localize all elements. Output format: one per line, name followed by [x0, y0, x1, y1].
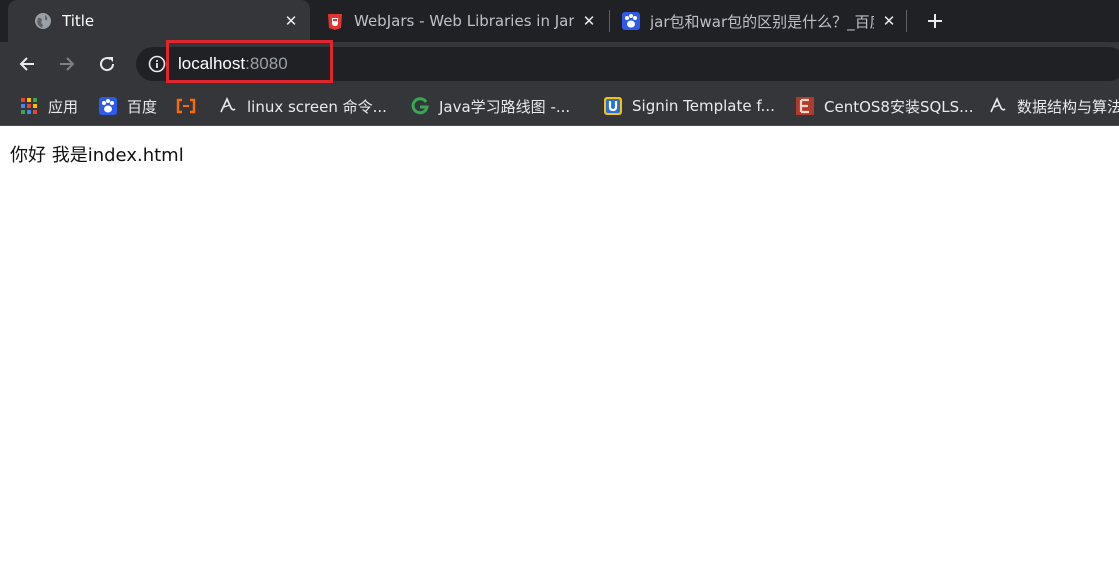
gitbook-icon — [988, 96, 1008, 116]
bookmark-centos-sqls[interactable]: CentOS8安装SQLS... — [795, 86, 974, 125]
tab-baidu-zhidao[interactable]: jar包和war包的区别是什么？_百度知道 ✕ — [596, 0, 908, 42]
info-icon[interactable] — [148, 55, 166, 73]
bookmark-java-roadmap[interactable]: Java学习路线图 -... — [410, 86, 571, 125]
baidu-paw-icon — [98, 96, 118, 116]
tab-webjars[interactable]: WebJars - Web Libraries in Jars ✕ — [300, 0, 608, 42]
plus-icon — [928, 14, 942, 28]
url-port: :8080 — [245, 54, 288, 73]
bookmark-label: 百度 — [127, 97, 158, 116]
close-icon[interactable]: ✕ — [280, 10, 302, 32]
bookmark-label: Java学习路线图 -... — [439, 97, 571, 116]
toolbar: localhost:8080 — [0, 42, 1119, 86]
bookmark-data-structures[interactable]: 数据结构与算法 — [988, 86, 1119, 125]
bookmark-label: linux screen 命令... — [247, 97, 387, 116]
address-bar[interactable]: localhost:8080 — [136, 47, 1119, 81]
url-host: localhost — [178, 54, 246, 73]
u-badge-icon — [603, 96, 623, 116]
globe-icon — [34, 12, 52, 30]
bookmark-aliyun[interactable] — [176, 86, 205, 125]
bookmarks-bar: 应用 百度 linux screen 命令... Java学习路线图 -... … — [0, 86, 1119, 126]
aliyun-icon — [176, 96, 196, 116]
page-body-text: 你好 我是index.html — [10, 145, 184, 166]
back-button[interactable] — [13, 50, 41, 78]
tab-label: jar包和war包的区别是什么？_百度知道 — [650, 12, 874, 31]
arrow-right-icon — [60, 57, 75, 71]
g-icon — [410, 96, 430, 116]
bookmark-label: 数据结构与算法 — [1017, 97, 1119, 116]
gitbook-icon — [218, 96, 238, 116]
tab-label: Title — [62, 12, 95, 30]
bookmark-baidu[interactable]: 百度 — [98, 86, 158, 125]
tab-strip: Title ✕ WebJars - Web Libraries in Jars … — [0, 0, 1119, 42]
bookmark-label: 应用 — [48, 97, 79, 116]
new-tab-button[interactable] — [920, 6, 950, 36]
reload-icon — [100, 57, 115, 72]
bookmark-signin-template[interactable]: Signin Template f... — [603, 86, 775, 125]
tab-label: WebJars - Web Libraries in Jars — [354, 12, 574, 30]
tab-title[interactable]: Title ✕ — [8, 0, 310, 42]
centos-e-icon — [795, 96, 815, 116]
close-icon[interactable]: ✕ — [878, 10, 900, 32]
forward-button[interactable] — [53, 50, 81, 78]
arrow-left-icon — [19, 57, 34, 71]
bookmark-apps[interactable]: 应用 — [19, 86, 79, 125]
bookmark-label: CentOS8安装SQLS... — [824, 97, 974, 116]
webjars-icon — [326, 12, 344, 30]
baidu-paw-icon — [622, 12, 640, 30]
bookmark-label: Signin Template f... — [632, 97, 775, 115]
reload-button[interactable] — [93, 50, 121, 78]
tab-divider — [906, 10, 907, 32]
url-text[interactable]: localhost:8080 — [178, 54, 288, 74]
page-content: 你好 我是index.html — [0, 127, 1119, 562]
apps-grid-icon — [19, 96, 39, 116]
bookmark-linux-screen[interactable]: linux screen 命令... — [218, 86, 387, 125]
